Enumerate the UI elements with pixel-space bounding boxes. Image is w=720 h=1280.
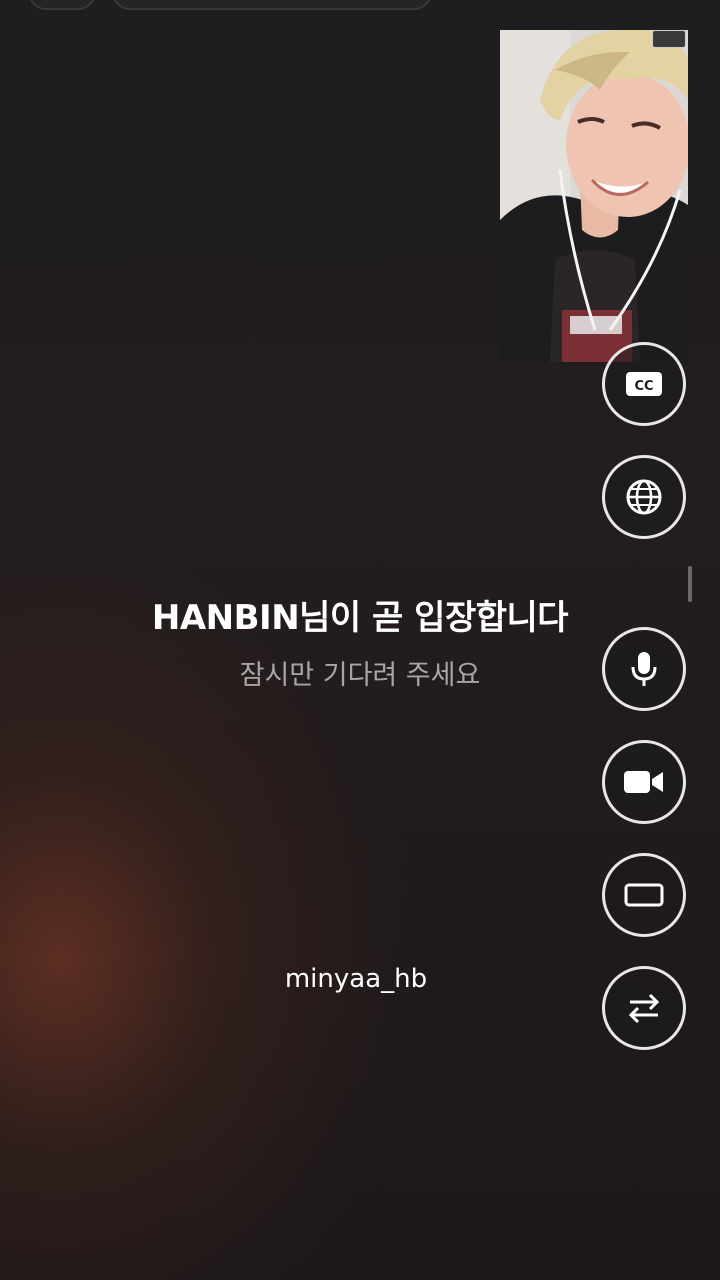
- video-call-screen: CC HANBIN님이 곧 입장합니다 잠시만 기다려 주세요 minyaa_h…: [0, 0, 720, 1280]
- top-info-bar[interactable]: [112, 0, 432, 10]
- waiting-subtitle: 잠시만 기다려 주세요: [239, 660, 481, 691]
- top-back-control[interactable]: [28, 0, 96, 10]
- pip-corner-badge: [652, 30, 686, 48]
- waiting-title: HANBIN님이 곧 입장합니다: [151, 598, 569, 638]
- svg-text:CC: CC: [634, 379, 653, 394]
- cc-icon: CC: [626, 372, 662, 396]
- watermark-text: minyaa_hb: [284, 964, 428, 994]
- pip-video-preview[interactable]: [500, 30, 688, 362]
- swap-arrows-icon: [628, 993, 660, 1024]
- participant-video-image: [500, 30, 688, 362]
- camera-button[interactable]: [602, 740, 686, 824]
- globe-icon: [626, 479, 662, 515]
- rectangle-icon: [624, 883, 664, 907]
- translate-button[interactable]: [602, 455, 686, 539]
- captions-button[interactable]: CC: [602, 342, 686, 426]
- screen-ratio-button[interactable]: [602, 853, 686, 937]
- video-camera-icon: [624, 771, 663, 793]
